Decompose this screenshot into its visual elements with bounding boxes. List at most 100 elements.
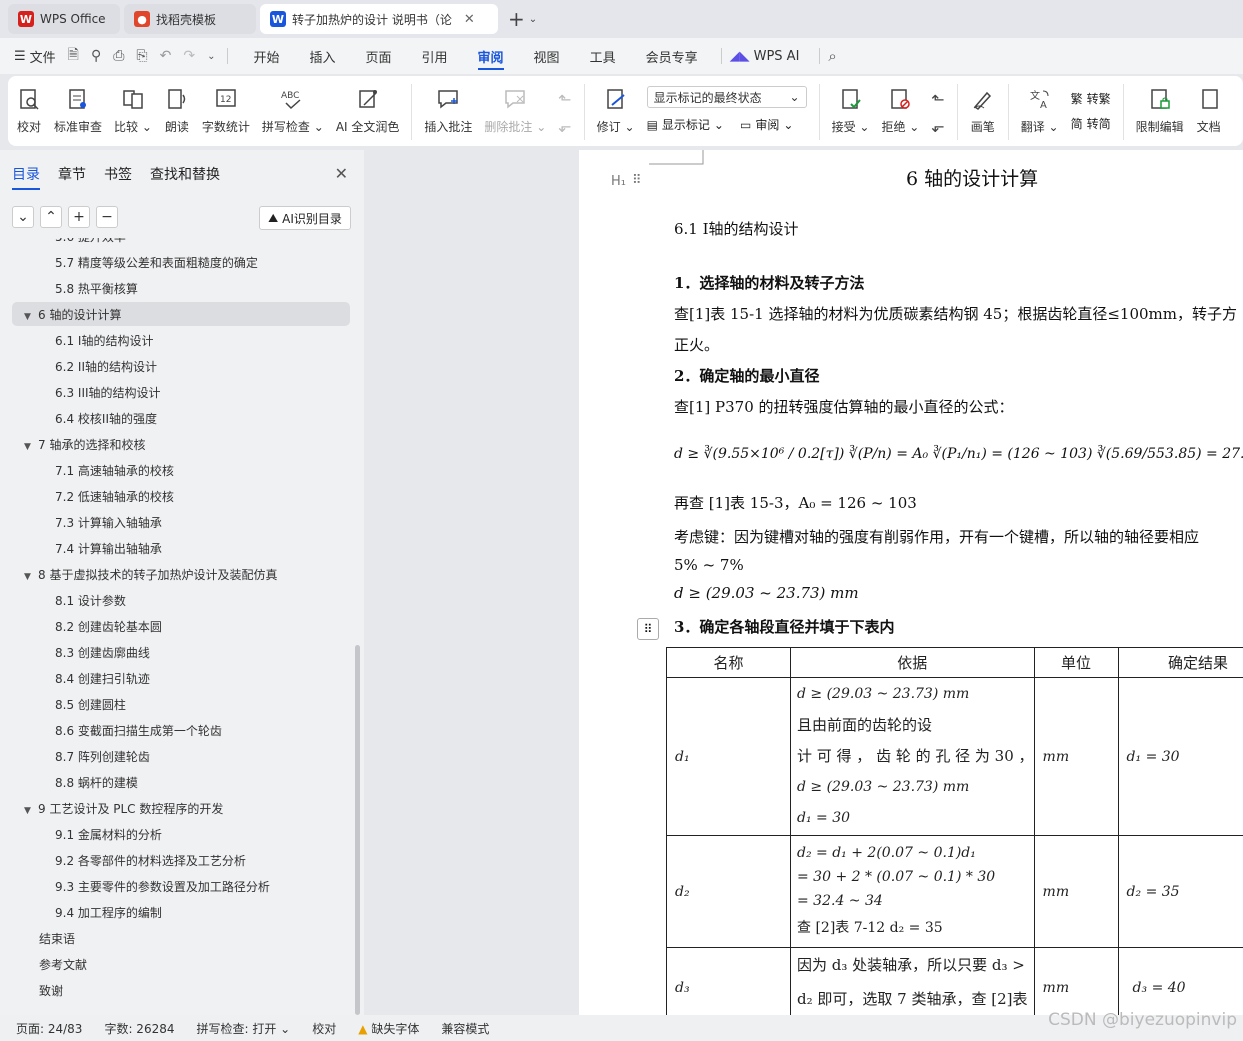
search-icon[interactable]: ⌕	[828, 47, 836, 65]
toc-item[interactable]: ▼ 7 轴承的选择和校核	[12, 432, 145, 456]
toc-item[interactable]: ▼ 8 基于虚拟技术的转子加热炉设计及装配仿真	[12, 562, 277, 586]
link-icon[interactable]: ⚲	[91, 48, 101, 64]
toc-item[interactable]: 结束语	[12, 926, 75, 950]
compare-button[interactable]: 比较 ⌄	[114, 82, 152, 135]
toc-item[interactable]: 6.1 I轴的结构设计	[12, 328, 153, 352]
expand-all-icon[interactable]: ⌃	[40, 206, 62, 228]
toc-item[interactable]: 8.7 阵列创建轮齿	[12, 744, 150, 768]
review-pane-button[interactable]: ▭ 审阅 ⌄	[740, 116, 793, 133]
toc-item[interactable]: 8.8 蜗杆的建模	[12, 770, 138, 794]
toc-item[interactable]: 7.3 计算输入轴轴承	[12, 510, 162, 534]
toc-item[interactable]: 致谢	[12, 978, 63, 1002]
toc-item[interactable]: 8.1 设计参数	[12, 588, 126, 612]
next-comment-icon[interactable]: ⬐	[558, 117, 571, 136]
markup-display-dropdown[interactable]: 显示标记的最终状态 ⌄	[646, 86, 807, 108]
expand-caret-icon[interactable]: ▼	[24, 572, 38, 582]
toc-item[interactable]: 8.5 创建圆柱	[12, 692, 126, 716]
quick-access-chevron-icon[interactable]: ⌄	[207, 51, 215, 62]
to-traditional-button[interactable]: 繁转繁	[1071, 90, 1111, 107]
tab-insert[interactable]: 插入	[309, 38, 335, 74]
word-count-button[interactable]: 12 字数统计	[202, 82, 250, 135]
toc-item[interactable]: 7.2 低速轴轴承的校核	[12, 484, 174, 508]
document-page[interactable]: H₁ ⠿ 6 轴的设计计算 6.1 I轴的结构设计 1．选择轴的材料及转子方法 …	[579, 150, 1243, 1015]
tab-bookmarks[interactable]: 书签	[104, 164, 132, 190]
collapse-all-icon[interactable]: ⌄	[12, 206, 34, 228]
tab-templates[interactable]: ● 找稻壳模板	[124, 4, 256, 34]
toc-item[interactable]: 6.2 II轴的结构设计	[12, 354, 157, 378]
reject-button[interactable]: 拒绝 ⌄	[881, 82, 919, 135]
tab-home[interactable]: 开始	[253, 38, 279, 74]
undo-icon[interactable]: ↶	[160, 48, 172, 64]
tab-review[interactable]: 审阅	[477, 38, 504, 74]
toc-item[interactable]: 5.7 精度等级公差和表面粗糙度的确定	[12, 250, 258, 274]
toc-item[interactable]: 参考文献	[12, 952, 87, 976]
close-tab-icon[interactable]: ✕	[464, 12, 475, 27]
toc-item[interactable]: 5.8 热平衡核算	[12, 276, 138, 300]
tab-tools[interactable]: 工具	[590, 38, 616, 74]
spell-check-status[interactable]: 拼写检查: 打开 ⌄	[197, 1020, 291, 1037]
expand-caret-icon[interactable]: ▼	[24, 312, 38, 322]
tab-wps-office[interactable]: W WPS Office	[8, 4, 120, 34]
toc-scrollbar[interactable]	[355, 645, 360, 1015]
track-changes-button[interactable]: 修订 ⌄	[597, 82, 635, 135]
toc-item[interactable]: 6.4 校核II轴的强度	[12, 406, 157, 430]
ink-brush-button[interactable]: 画笔	[970, 82, 996, 135]
toc-item[interactable]: 7.1 高速轴轴承的校核	[12, 458, 174, 482]
ai-toc-button[interactable]: ⛰ AI识别目录	[259, 206, 351, 230]
print-icon[interactable]: ⎙	[113, 48, 124, 64]
tab-page[interactable]: 页面	[366, 38, 392, 74]
add-heading-icon[interactable]: +	[68, 206, 90, 228]
show-markup-button[interactable]: ▤ 显示标记 ⌄	[647, 116, 724, 133]
toc-item[interactable]: 8.4 创建扫引轨迹	[12, 666, 150, 690]
file-menu[interactable]: ☰ 文件	[14, 47, 56, 66]
proof-status[interactable]: 校对	[312, 1020, 336, 1037]
to-simplified-button[interactable]: 简转简	[1071, 115, 1111, 132]
redo-icon[interactable]: ↷	[183, 48, 195, 64]
next-change-icon[interactable]: ⬐	[931, 117, 944, 136]
proofread-button[interactable]: 校对	[16, 82, 42, 135]
print-preview-icon[interactable]: ⎘	[136, 48, 147, 64]
page-indicator[interactable]: 页面: 24/83	[16, 1020, 82, 1037]
new-tab-icon[interactable]: +	[508, 7, 525, 31]
prev-change-icon[interactable]: ⬑	[931, 90, 944, 109]
tab-find-replace[interactable]: 查找和替换	[150, 164, 220, 190]
toc-item[interactable]: 9.1 金属材料的分析	[12, 822, 162, 846]
toc-item[interactable]: 9.3 主要零件的参数设置及加工路径分析	[12, 874, 270, 898]
word-count[interactable]: 字数: 26284	[104, 1020, 174, 1037]
toc-item[interactable]: 8.2 创建齿轮基本圆	[12, 614, 162, 638]
standard-review-button[interactable]: 标准审查	[54, 82, 102, 135]
tab-membership[interactable]: 会员专享	[646, 38, 698, 74]
accept-button[interactable]: 接受 ⌄	[832, 82, 869, 135]
save-icon[interactable]: 🗎	[68, 44, 79, 68]
expand-caret-icon[interactable]: ▼	[24, 442, 38, 452]
restrict-edit-button[interactable]: 限制编辑	[1136, 82, 1184, 135]
toc-item[interactable]: 9.2 各零部件的材料选择及工艺分析	[12, 848, 246, 872]
tab-toc[interactable]: 目录	[12, 164, 40, 190]
read-aloud-button[interactable]: 朗读	[164, 82, 190, 135]
expand-caret-icon[interactable]: ▼	[24, 806, 38, 816]
toc-item[interactable]: ▼ 9 工艺设计及 PLC 数控程序的开发	[12, 796, 223, 820]
drag-handle-icon[interactable]: ⠿	[632, 173, 642, 188]
toc-item[interactable]: 9.4 加工程序的编制	[12, 900, 162, 924]
toc-item[interactable]: ▼ 6 轴的设计计算	[12, 302, 350, 326]
insert-comment-button[interactable]: 插入批注	[424, 82, 472, 135]
delete-comment-button[interactable]: 删除批注 ⌄	[484, 82, 546, 135]
translate-button[interactable]: 文A 翻译 ⌄	[1021, 82, 1059, 135]
document-protect-button[interactable]: 文档	[1196, 82, 1222, 135]
spell-check-button[interactable]: ABC 拼写检查 ⌄	[262, 82, 324, 135]
tab-document[interactable]: W 转子加热炉的设计 说明书（论 ✕	[260, 4, 498, 34]
missing-font-status[interactable]: ▲ 缺失字体	[358, 1020, 419, 1037]
toc-item[interactable]: 6.3 III轴的结构设计	[12, 380, 161, 404]
tab-references[interactable]: 引用	[422, 38, 448, 74]
remove-heading-icon[interactable]: −	[96, 206, 118, 228]
tab-view[interactable]: 视图	[534, 38, 560, 74]
toc-item[interactable]: 8.3 创建齿廓曲线	[12, 640, 150, 664]
prev-comment-icon[interactable]: ⬑	[558, 90, 571, 109]
tab-list-chevron-icon[interactable]: ⌄	[529, 14, 537, 25]
tab-chapters[interactable]: 章节	[58, 164, 86, 190]
toc-item[interactable]: 5.6 提升效率	[12, 238, 126, 248]
toc-item[interactable]: 8.6 变截面扫描生成第一个轮齿	[12, 718, 222, 742]
wps-ai-button[interactable]: ◢◣ WPS AI	[730, 49, 800, 64]
close-icon[interactable]: ✕	[335, 164, 348, 183]
toc-item[interactable]: 7.4 计算输出轴轴承	[12, 536, 162, 560]
